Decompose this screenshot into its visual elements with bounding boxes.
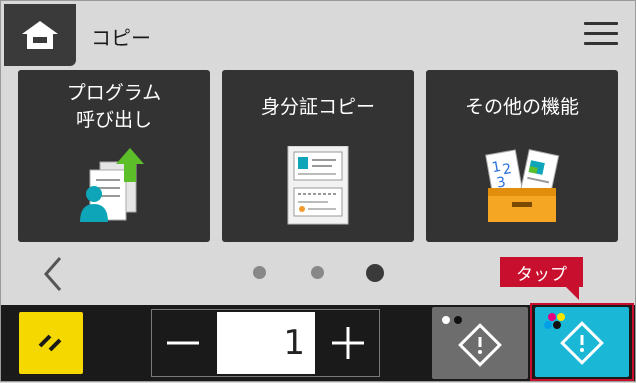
bw-start-button[interactable] (432, 307, 528, 379)
tile-label: 身分証コピー (260, 96, 375, 118)
tap-callout: タップ (500, 257, 583, 287)
page-dot-2[interactable] (311, 266, 324, 279)
page-dot-3-active[interactable] (366, 264, 384, 282)
other-functions-icon: 1 2 3 (485, 149, 560, 222)
tap-callout-tail (565, 286, 579, 300)
color-start-button[interactable] (535, 307, 629, 377)
tile-label-line1: プログラム (66, 82, 162, 104)
program-recall-icon (80, 148, 144, 222)
page-title: コピー (91, 26, 151, 50)
id-card-copy-icon (287, 146, 349, 225)
plus-icon[interactable] (318, 311, 378, 375)
reset-button[interactable] (19, 312, 83, 374)
quantity-field[interactable]: 1 (217, 312, 315, 374)
home-icon (22, 21, 58, 49)
reset-icon (38, 334, 62, 352)
tile-label: その他の機能 (464, 96, 579, 118)
copy-screen: コピー プログラム 呼び出し 身分証コピー その他の機能 1 2 3 タップ 1 (0, 0, 636, 382)
home-button[interactable] (4, 4, 76, 66)
menu-button[interactable] (584, 20, 618, 48)
tile-other-functions[interactable]: その他の機能 1 2 3 (426, 70, 618, 242)
chevron-left-icon[interactable] (40, 256, 68, 292)
page-dot-1[interactable] (253, 266, 266, 279)
minus-icon[interactable] (153, 311, 213, 375)
tile-label-line2: 呼び出し (75, 109, 152, 131)
tile-program-recall[interactable]: プログラム 呼び出し (18, 70, 210, 242)
bw-start-icon (442, 316, 502, 367)
tile-id-card-copy[interactable]: 身分証コピー (222, 70, 414, 242)
color-start-icon (544, 313, 604, 365)
tile-label: プログラム 呼び出し (18, 80, 210, 134)
